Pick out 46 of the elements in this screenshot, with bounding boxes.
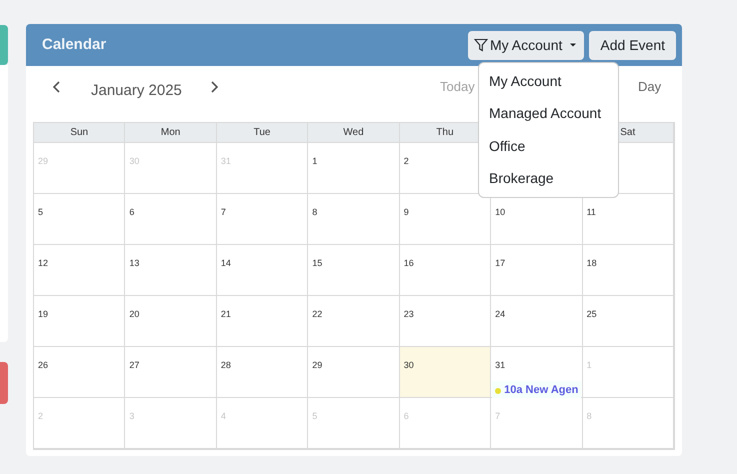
- day-number: 6: [129, 207, 134, 218]
- day-number: 24: [495, 309, 506, 320]
- day-number: 29: [38, 156, 48, 167]
- day-number: 10: [495, 207, 506, 218]
- day-number: 13: [129, 258, 140, 269]
- day-number: 6: [404, 411, 409, 422]
- day-number: 30: [404, 360, 414, 371]
- day-number: 14: [220, 258, 231, 269]
- day-number: 5: [312, 411, 318, 422]
- day-number: 3: [129, 411, 134, 422]
- day-number: 21: [220, 309, 231, 320]
- day-number: 4: [220, 411, 226, 422]
- weekday-header: Mon: [125, 123, 217, 143]
- day-number: 7: [220, 207, 226, 218]
- day-number: 26: [38, 360, 48, 371]
- day-number: 8: [312, 207, 318, 218]
- weekday-header: Tue: [216, 123, 308, 143]
- day-number: 31: [495, 360, 506, 371]
- day-number: 22: [312, 309, 322, 320]
- day-number: 18: [586, 258, 597, 269]
- day-number: 11: [586, 207, 596, 218]
- day-number: 27: [129, 360, 140, 371]
- day-number: 2: [404, 156, 409, 167]
- day-number: 12: [38, 258, 48, 269]
- day-number: 20: [129, 309, 140, 320]
- weekday-header: Wed: [308, 123, 400, 143]
- day-number: 15: [312, 258, 322, 269]
- day-number: 19: [38, 309, 48, 320]
- day-number: 7: [495, 411, 500, 422]
- day-number: 9: [404, 207, 409, 218]
- day-number: 17: [495, 258, 506, 269]
- weekday-header: Sun: [34, 123, 126, 143]
- day-number: 31: [220, 156, 231, 167]
- card-title: Calendar: [42, 34, 106, 55]
- month-label: January 2025: [91, 81, 182, 101]
- day-number: 2: [38, 411, 44, 422]
- day-number: 8: [586, 411, 592, 422]
- day-number: 30: [129, 156, 140, 167]
- day-number: 1: [586, 360, 592, 371]
- day-number: 25: [586, 309, 597, 320]
- day-number: 5: [38, 207, 44, 218]
- day-number: 16: [404, 258, 414, 269]
- day-number: 29: [312, 360, 322, 371]
- day-number: 28: [220, 360, 231, 371]
- day-number: 1: [312, 156, 318, 167]
- day-number: 23: [404, 309, 414, 320]
